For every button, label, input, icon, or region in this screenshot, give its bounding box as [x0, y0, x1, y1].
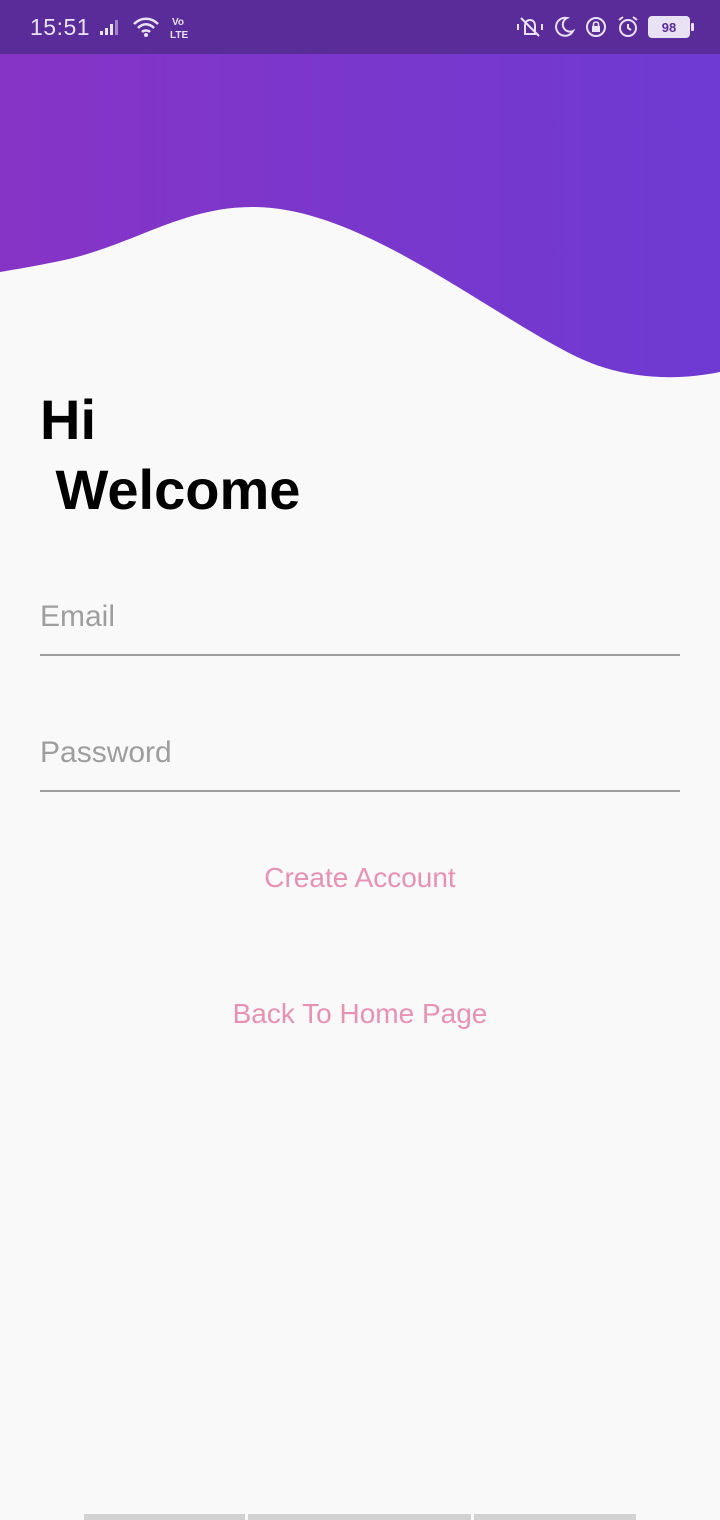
status-left: 15:51 Vo LTE — [30, 14, 196, 41]
svg-text:LTE: LTE — [170, 30, 188, 40]
vibrate-icon — [517, 17, 543, 37]
header-wave — [0, 0, 720, 378]
back-to-home-button[interactable]: Back To Home Page — [0, 998, 720, 1030]
status-bar: 15:51 Vo LTE 98 — [0, 0, 720, 54]
welcome-heading: Hi Welcome — [40, 388, 301, 521]
nav-bar-segment — [474, 1514, 636, 1520]
alarm-icon — [618, 16, 638, 37]
wifi-icon — [133, 17, 159, 37]
signal-icon — [100, 20, 119, 35]
lock-rotation-icon — [586, 17, 606, 37]
nav-bar-segment — [84, 1514, 245, 1520]
status-right: 98 — [516, 15, 694, 39]
moon-icon — [555, 16, 576, 37]
create-account-button[interactable]: Create Account — [0, 862, 720, 894]
nav-bar-segment — [248, 1514, 471, 1520]
navigation-handle — [84, 1514, 636, 1520]
status-time: 15:51 — [30, 13, 91, 40]
password-field[interactable] — [40, 716, 680, 792]
battery-icon: 98 — [648, 16, 694, 38]
volte-icon: Vo LTE — [170, 17, 188, 40]
svg-text:Vo: Vo — [172, 17, 184, 28]
email-field[interactable] — [40, 580, 680, 656]
